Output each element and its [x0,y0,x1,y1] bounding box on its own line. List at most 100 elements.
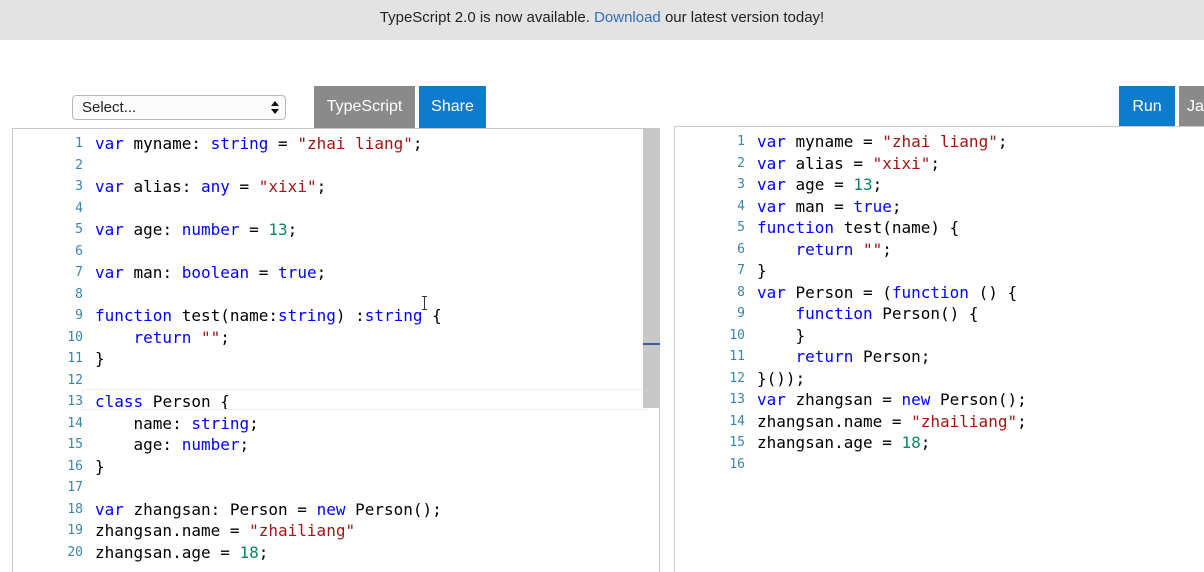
code-token: any [200,177,230,196]
code-token: zhangsan.age = [757,433,902,452]
code-token: ; [220,327,230,347]
run-button[interactable]: Run [1119,86,1175,130]
code-token: return [795,239,854,259]
code-token: ; [412,134,423,153]
code-token: var [757,175,786,194]
download-link[interactable]: Download [594,9,661,26]
code-line: 18 var zhangsan: Person = new Person(); [13,499,659,521]
code-token: Person(); [930,390,1027,409]
example-select[interactable]: Select... [72,95,286,120]
line-number: 12 [729,370,745,386]
code-text: var man = true; [757,196,902,218]
code-text: function test(name) { [757,217,959,239]
code-token: } [95,456,105,476]
code-line: 20 zhangsan.age = 18; [13,542,659,564]
line-number: 4 [737,198,745,214]
code-token: zhangsan.name = [95,521,250,540]
code-token: ; [249,413,259,433]
code-token: true [853,196,892,216]
line-number: 10 [67,329,83,345]
code-token: var [757,390,786,409]
line-number: 14 [729,413,745,429]
code-token: string [191,413,250,433]
editor-scrollbar[interactable] [643,128,660,408]
code-text: name: string; [95,413,259,435]
code-text: var age = 13; [757,174,882,196]
code-token: "zhai liang" [882,132,998,151]
code-token: 18 [239,542,259,562]
code-token: Person(); [345,499,442,519]
code-line: 16 [675,454,1204,476]
code-line: 12 [13,370,659,392]
code-token: var [95,220,124,239]
code-text: var zhangsan = new Person(); [757,389,1027,411]
code-token: Person; [853,347,931,366]
code-token: zhangsan: Person = [123,499,317,519]
code-token: ; [316,263,327,282]
line-number: 11 [729,349,745,364]
code-text: zhangsan.name = "zhailiang"; [757,411,1027,433]
code-token: ; [997,132,1008,151]
share-button[interactable]: Share [419,86,486,130]
code-token: = [268,134,298,153]
code-token: "zhai liang" [297,134,413,153]
current-line-highlight [82,389,648,410]
line-number: 18 [67,501,83,517]
code-line: 15 age: number; [13,434,659,456]
code-token: 13 [853,175,873,194]
code-text: function Person() { [757,303,979,325]
code-text: var age: number = 13; [95,219,297,241]
code-line: 8 [13,284,659,306]
code-token: return [795,347,854,366]
code-line: 17 [13,477,659,499]
code-token: 13 [268,220,288,239]
javascript-output[interactable]: 1 var myname = "zhai liang"; 2 var alias = … [674,126,1204,572]
line-number: 1 [737,134,745,149]
line-number: 6 [75,243,83,259]
code-token: ; [930,153,941,173]
code-token: } [757,325,806,345]
code-token: Person = ( [785,282,892,302]
line-number: 9 [75,308,83,323]
code-token: alias: [123,177,201,196]
code-token: "xixi" [872,153,931,173]
line-number: 5 [737,220,745,235]
code-token: function [95,306,173,325]
code-token: "xixi" [258,177,317,196]
code-text: var zhangsan: Person = new Person(); [95,499,442,521]
code-line: 10 return ""; [13,327,659,349]
code-token: "zhailiang" [911,411,1018,431]
line-number: 14 [67,415,83,431]
code-token: ; [1017,411,1027,431]
code-text: var myname = "zhai liang"; [757,131,1007,153]
code-line: 14 zhangsan.name = "zhailiang"; [675,411,1204,433]
code-text: return ""; [95,327,230,349]
code-line: 6 [13,241,659,263]
code-text: var alias: any = "xixi"; [95,176,326,198]
code-token: name: [95,413,192,433]
code-line: 5 var age: number = 13; [13,219,659,241]
code-token: man = [785,196,854,216]
code-text: function test(name:string) :string { [95,305,442,327]
code-token: new [316,499,346,519]
select-arrows-icon [271,100,279,116]
code-token: var [757,153,786,173]
line-number: 5 [75,222,83,237]
code-token: } [95,349,105,368]
line-number: 1 [75,136,83,151]
typescript-editor[interactable]: 1 var myname: string = "zhai liang"; 2 3 var… [12,128,660,572]
javascript-button[interactable]: Ja [1179,86,1204,130]
code-token: true [278,263,317,282]
scrollbar-position-marker [643,343,660,345]
code-text: return Person; [757,346,931,368]
typescript-button[interactable]: TypeScript [314,86,415,130]
line-number: 11 [67,351,83,366]
code-text: var alias = "xixi"; [757,153,940,175]
code-line: 8 var Person = (function () { [675,282,1204,304]
code-token: age: [95,435,182,454]
code-token: } [757,261,767,280]
